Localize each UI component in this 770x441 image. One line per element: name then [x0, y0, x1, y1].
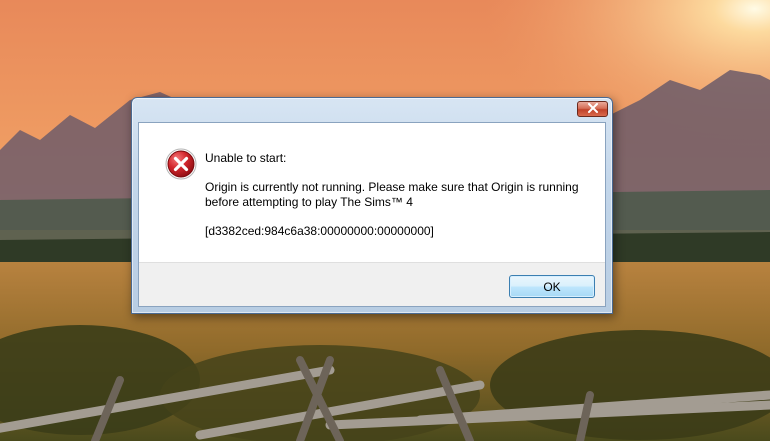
close-button[interactable] [577, 101, 608, 117]
button-bar: OK [139, 262, 605, 306]
error-dialog: Unable to start: Origin is currently not… [131, 97, 613, 314]
message-line-1: Origin is currently not running. Please … [205, 180, 579, 194]
message-body: Origin is currently not running. Please … [205, 180, 595, 210]
message-line-2: before attempting to play The Sims™ 4 [205, 195, 413, 209]
dialog-client-area: Unable to start: Origin is currently not… [138, 122, 606, 307]
error-code: [d3382ced:984c6a38:00000000:00000000] [205, 224, 434, 238]
ok-button[interactable]: OK [509, 275, 595, 298]
error-x-icon [165, 148, 197, 180]
message-title: Unable to start: [205, 151, 287, 165]
dialog-titlebar[interactable] [132, 98, 612, 121]
message-area: Unable to start: Origin is currently not… [139, 123, 605, 262]
desktop: Unable to start: Origin is currently not… [0, 0, 770, 441]
close-x-icon [587, 100, 599, 118]
